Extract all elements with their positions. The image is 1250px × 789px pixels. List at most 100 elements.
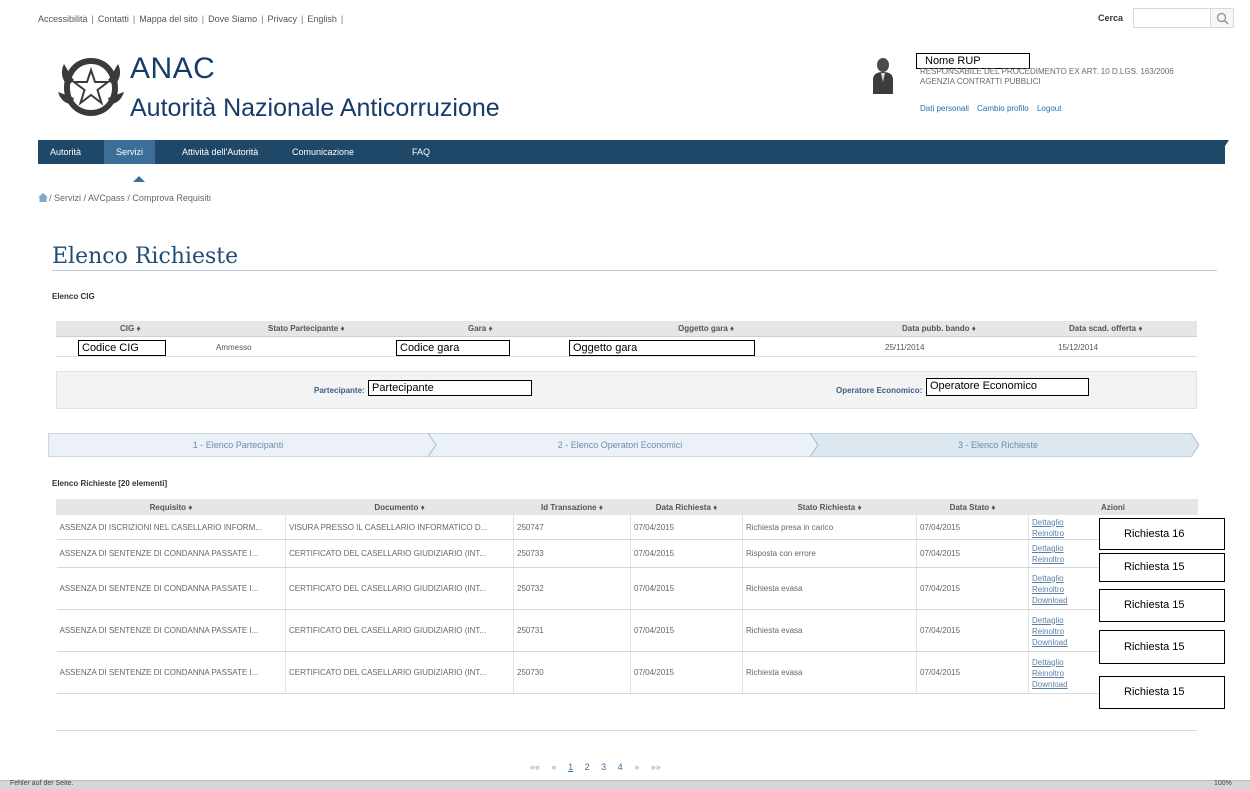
cell-data-richiesta: 07/04/2015 — [630, 514, 743, 540]
link-where-we-are[interactable]: Dove Siamo — [208, 14, 257, 24]
user-avatar-icon — [872, 56, 894, 94]
cell-id: 250747 — [513, 514, 631, 540]
page-2-link[interactable]: 2 — [585, 762, 590, 772]
nav-item-comunicazione[interactable]: Comunicazione — [292, 140, 354, 164]
page-4-link[interactable]: 4 — [618, 762, 623, 772]
nav-item-servizi[interactable]: Servizi — [104, 140, 156, 164]
requests-table-header: Requisito ♦ Documento ♦ Id Transazione ♦… — [56, 499, 1198, 515]
table-row[interactable]: ASSENZA DI SENTENZE DI CONDANNA PASSATE … — [56, 567, 1198, 610]
cell-data-stato: 07/04/2015 — [916, 514, 1029, 540]
cig-data-scad-cell: 15/12/2014 — [1058, 343, 1099, 352]
header-id-transazione[interactable]: Id Transazione ♦ — [513, 499, 631, 515]
header-documento[interactable]: Documento ♦ — [285, 499, 514, 515]
step-1-label: 1 - Elenco Partecipanti — [193, 440, 284, 450]
cell-documento: CERTIFICATO DEL CASELLARIO GIUDIZIARIO (… — [285, 609, 514, 652]
cig-header-data-pubb[interactable]: Data pubb. bando ♦ — [902, 321, 976, 337]
breadcrumb-path[interactable]: / Servizi / AVCpass / Comprova Requisiti — [49, 193, 211, 203]
user-role-title: RESPONSABILE DEL PROCEDIMENTO EX ART. 10… — [920, 67, 1174, 76]
nav-item-faq[interactable]: FAQ — [412, 140, 430, 164]
search-input[interactable] — [1133, 8, 1211, 28]
search-icon — [1216, 12, 1229, 25]
cig-header-cig[interactable]: CIG ♦ — [120, 321, 141, 337]
page-title: Elenco Richieste — [52, 244, 239, 269]
cell-data-stato: 07/04/2015 — [916, 567, 1029, 610]
prev-page-button[interactable]: « — [552, 762, 557, 772]
header-data-stato[interactable]: Data Stato ♦ — [916, 499, 1029, 515]
cig-header-oggetto[interactable]: Oggetto gara ♦ — [678, 321, 734, 337]
requests-section-label: Elenco Richieste [20 elementi] — [52, 479, 168, 488]
first-page-button[interactable]: «« — [530, 762, 540, 772]
cell-requisito: ASSENZA DI SENTENZE DI CONDANNA PASSATE … — [56, 539, 286, 568]
cig-gara-cell: Codice gara — [396, 340, 510, 356]
step-3-label: 3 - Elenco Richieste — [958, 440, 1038, 450]
link-accessibility[interactable]: Accessibilità — [38, 14, 88, 24]
link-sitemap[interactable]: Mappa del sito — [139, 14, 198, 24]
cig-table-header: CIG ♦ Stato Partecipante ♦ Gara ♦ Oggett… — [56, 321, 1197, 337]
change-profile-link[interactable]: Cambio profilo — [977, 104, 1029, 113]
cell-id: 250733 — [513, 539, 631, 568]
requests-table: Requisito ♦ Documento ♦ Id Transazione ♦… — [56, 499, 1198, 694]
nav-item-autorita[interactable]: Autorità — [50, 140, 81, 164]
cig-header-data-scad[interactable]: Data scad. offerta ♦ — [1069, 321, 1142, 337]
cig-section-label: Elenco CIG — [52, 292, 95, 301]
cig-header-gara[interactable]: Gara ♦ — [468, 321, 493, 337]
economic-operator-value: Operatore Economico — [926, 378, 1089, 396]
cell-data-stato: 07/04/2015 — [916, 539, 1029, 568]
row-note: Richiesta 16 — [1099, 518, 1225, 550]
user-links: Dati personali Cambio profilo Logout — [920, 104, 1067, 113]
cell-data-richiesta: 07/04/2015 — [630, 539, 743, 568]
cell-id: 250732 — [513, 567, 631, 610]
cell-data-richiesta: 07/04/2015 — [630, 651, 743, 694]
cell-documento: VISURA PRESSO IL CASELLARIO INFORMATICO … — [285, 514, 514, 540]
next-page-button[interactable]: » — [634, 762, 639, 772]
last-page-button[interactable]: »» — [651, 762, 661, 772]
personal-data-link[interactable]: Dati personali — [920, 104, 969, 113]
browser-status-bar: Fehler auf der Seite. 100% — [0, 780, 1250, 789]
user-role: RESPONSABILE DEL PROCEDIMENTO EX ART. 10… — [920, 67, 1180, 87]
cell-stato: Richiesta presa in carico — [742, 514, 917, 540]
table-bottom-divider — [56, 730, 1197, 731]
nav-end-cap — [1213, 140, 1229, 164]
main-nav: Autorità Servizi Attività dell'Autorità … — [38, 140, 1225, 164]
cell-documento: CERTIFICATO DEL CASELLARIO GIUDIZIARIO (… — [285, 539, 514, 568]
logout-link[interactable]: Logout — [1037, 104, 1061, 113]
row-note: Richiesta 15 — [1099, 589, 1225, 622]
active-nav-caret — [133, 176, 145, 182]
cell-requisito: ASSENZA DI ISCRIZIONI NEL CASELLARIO INF… — [56, 514, 286, 540]
cell-data-richiesta: 07/04/2015 — [630, 609, 743, 652]
cell-documento: CERTIFICATO DEL CASELLARIO GIUDIZIARIO (… — [285, 651, 514, 694]
row-note: Richiesta 15 — [1099, 630, 1225, 664]
table-row[interactable]: ASSENZA DI SENTENZE DI CONDANNA PASSATE … — [56, 539, 1198, 568]
cell-data-richiesta: 07/04/2015 — [630, 567, 743, 610]
utility-links: Accessibilità | Contatti | Mappa del sito | Do… — [38, 14, 344, 24]
search-button[interactable] — [1210, 8, 1234, 28]
cig-code-cell: Codice CIG — [78, 340, 166, 356]
link-privacy[interactable]: Privacy — [268, 14, 298, 24]
title-divider — [52, 270, 1217, 271]
cig-data-pubb-cell: 25/11/2014 — [885, 343, 925, 352]
cell-stato: Richiesta evasa — [742, 651, 917, 694]
page-1-link[interactable]: 1 — [568, 762, 573, 772]
cell-data-stato: 07/04/2015 — [916, 651, 1029, 694]
cig-stato-cell: Ammesso — [216, 343, 252, 352]
table-row[interactable]: ASSENZA DI SENTENZE DI CONDANNA PASSATE … — [56, 609, 1198, 652]
table-row[interactable]: ASSENZA DI SENTENZE DI CONDANNA PASSATE … — [56, 651, 1198, 694]
table-row[interactable]: ASSENZA DI ISCRIZIONI NEL CASELLARIO INF… — [56, 514, 1198, 540]
header-requisito[interactable]: Requisito ♦ — [56, 499, 286, 515]
zoom-level[interactable]: 100% — [1214, 780, 1232, 787]
link-english[interactable]: English — [307, 14, 337, 24]
header-stato-richiesta[interactable]: Stato Richiesta ♦ — [742, 499, 917, 515]
status-message: Fehler auf der Seite. — [10, 780, 74, 787]
home-icon[interactable] — [38, 193, 48, 202]
header-azioni: Azioni — [1028, 499, 1198, 515]
wizard-steps: 1 - Elenco Partecipanti 2 - Elenco Opera… — [48, 433, 1200, 457]
cig-oggetto-cell: Oggetto gara — [569, 340, 755, 356]
cell-id: 250731 — [513, 609, 631, 652]
cell-requisito: ASSENZA DI SENTENZE DI CONDANNA PASSATE … — [56, 609, 286, 652]
link-contacts[interactable]: Contatti — [98, 14, 129, 24]
page-3-link[interactable]: 3 — [601, 762, 606, 772]
logo-subtitle: Autorità Nazionale Anticorruzione — [130, 94, 500, 122]
nav-item-attivita[interactable]: Attività dell'Autorità — [182, 140, 258, 164]
header-data-richiesta[interactable]: Data Richiesta ♦ — [630, 499, 743, 515]
cig-header-stato[interactable]: Stato Partecipante ♦ — [268, 321, 345, 337]
